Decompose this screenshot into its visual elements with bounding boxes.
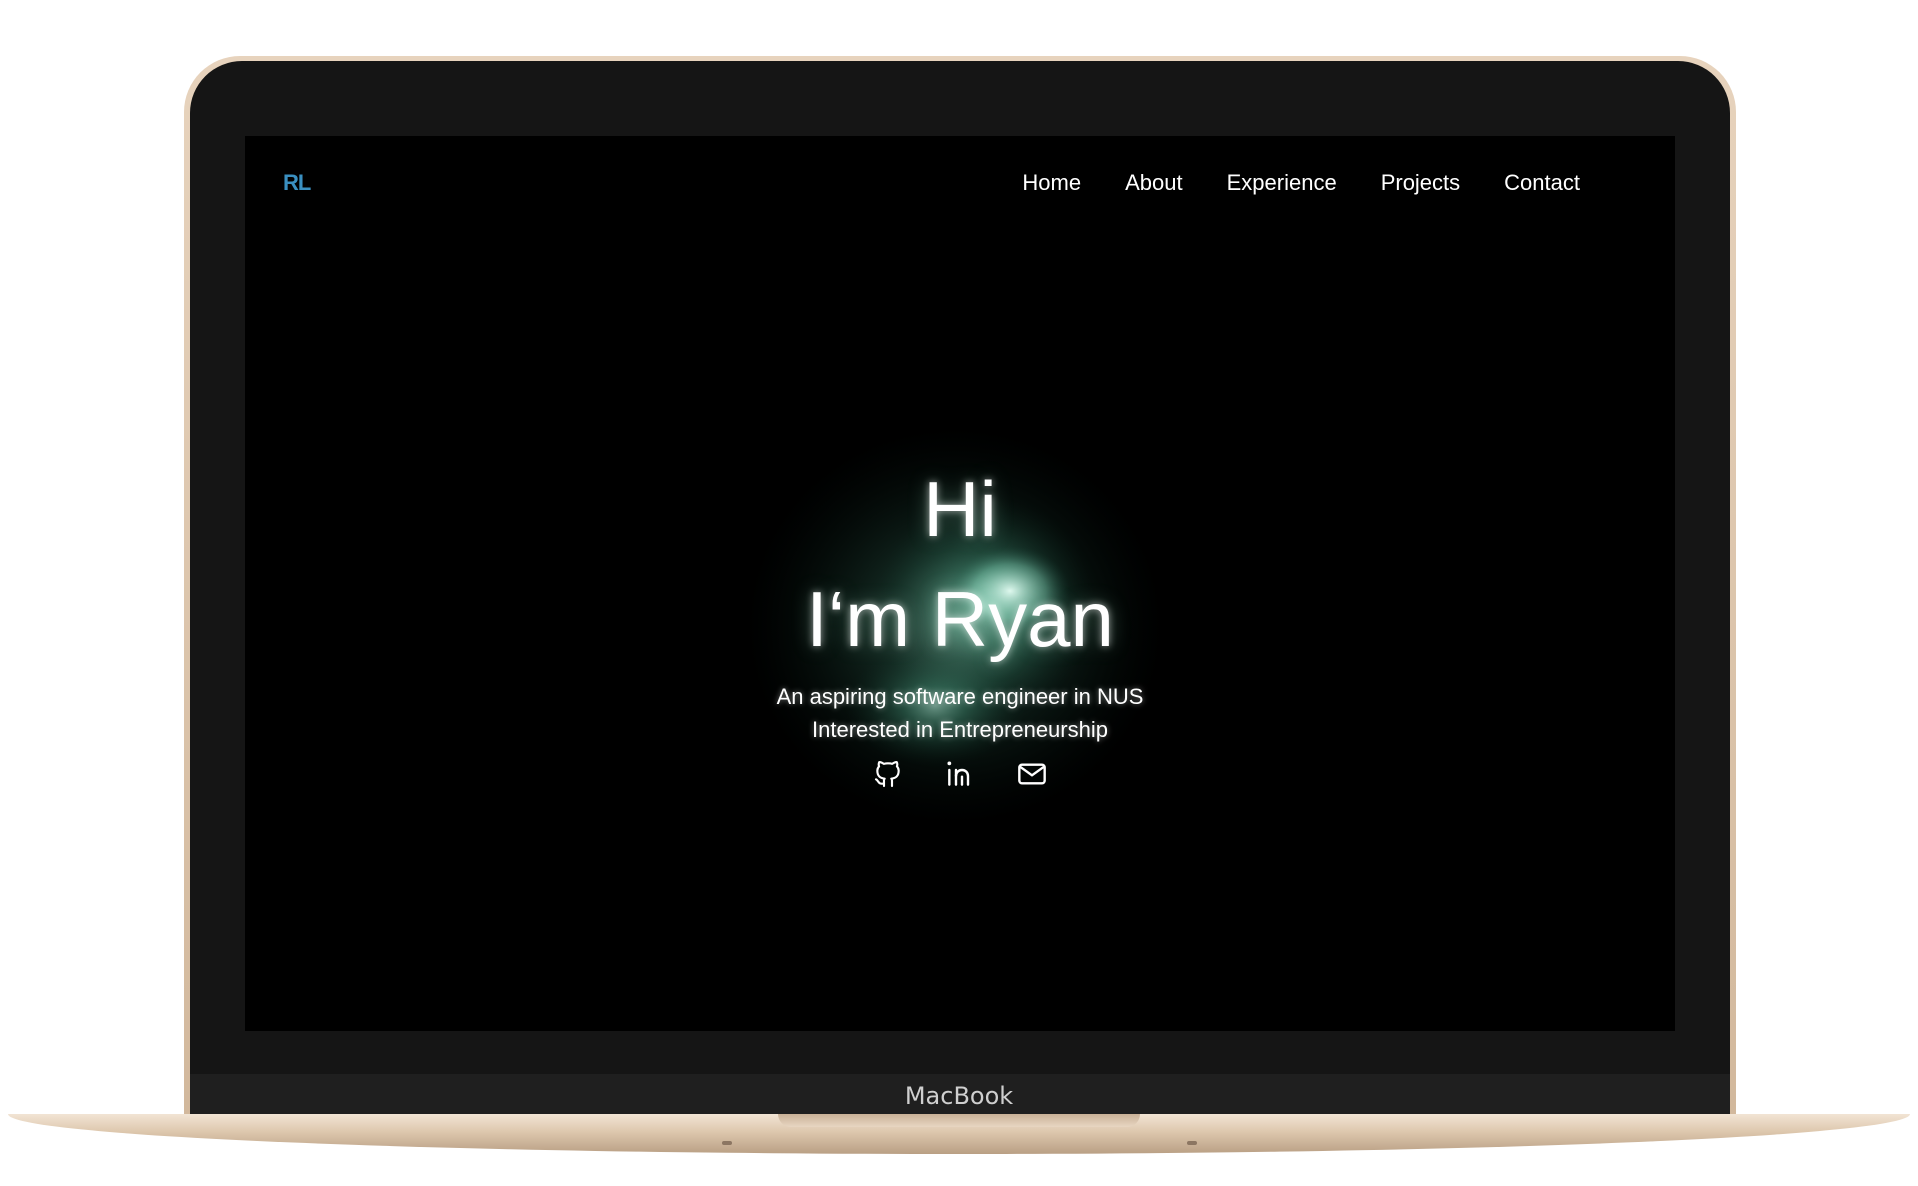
linkedin-icon[interactable] (944, 758, 976, 790)
main-nav: Home About Experience Projects Contact (1022, 170, 1580, 196)
nav-experience[interactable]: Experience (1227, 170, 1337, 196)
laptop-hinge-notch (778, 1114, 1140, 1127)
laptop-foot (722, 1141, 732, 1145)
laptop-foot (1187, 1141, 1197, 1145)
nav-home[interactable]: Home (1022, 170, 1081, 196)
nav-about[interactable]: About (1125, 170, 1183, 196)
github-icon[interactable] (872, 758, 904, 790)
hero-greeting: Hi (923, 465, 997, 553)
hero-tagline-line: Interested in Entrepreneurship (812, 717, 1108, 742)
nav-contact[interactable]: Contact (1504, 170, 1580, 196)
nav-projects[interactable]: Projects (1381, 170, 1460, 196)
mail-icon[interactable] (1016, 758, 1048, 790)
site-logo[interactable]: RL (283, 170, 311, 196)
hero-tagline: An aspiring software engineer in NUS Int… (245, 680, 1675, 746)
laptop-brand-label: MacBook (904, 1082, 1014, 1110)
hero-tagline-line: An aspiring software engineer in NUS (776, 684, 1144, 709)
hero-name: I‘m Ryan (806, 575, 1114, 663)
screen: RL Home About Experience Projects Contac… (245, 136, 1675, 1031)
social-links (245, 758, 1675, 790)
